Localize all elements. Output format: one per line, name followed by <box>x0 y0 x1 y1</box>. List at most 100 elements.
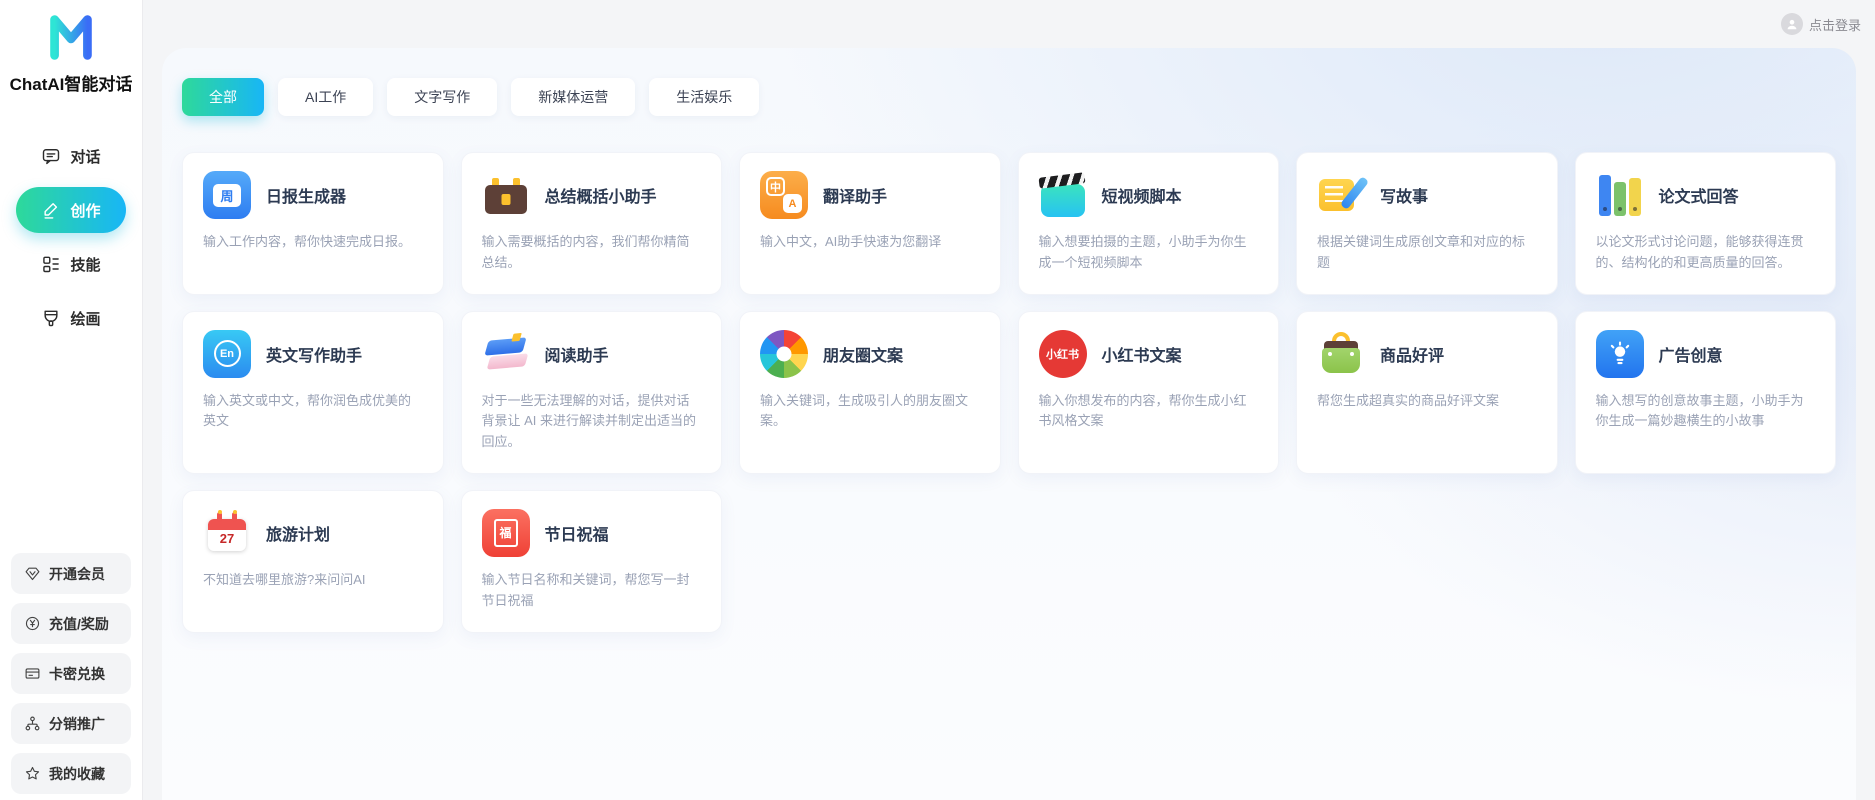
moments-pinwheel-icon <box>760 329 808 378</box>
tool-card-title: 翻译助手 <box>823 189 888 206</box>
sidebar-item-card-redeem[interactable]: 卡密兑换 <box>11 653 131 694</box>
tool-card-desc: 对于一些无法理解的对话，提供对话背景让 AI 来进行解读并制定出适当的回应。 <box>481 392 697 450</box>
sidebar-item-favorites[interactable]: 我的收藏 <box>11 753 131 794</box>
tool-card-title: 论文式回答 <box>1658 189 1739 206</box>
tool-card-short-video[interactable]: 短视频脚本 输入想要拍摄的主题，小助手为你生成一个短视频脚本 <box>1017 152 1279 295</box>
tool-card-title: 朋友圈文案 <box>823 347 904 365</box>
sidebar-item-create[interactable]: 创作 <box>16 187 126 233</box>
tool-card-title: 节日祝福 <box>544 526 609 544</box>
tool-card-desc: 输入工作内容，帮你快速完成日报。 <box>203 234 412 249</box>
sidebar-item-label: 绘画 <box>70 310 101 328</box>
tool-card-title: 总结概括小助手 <box>544 189 657 206</box>
sidebar-item-membership[interactable]: 开通会员 <box>11 553 131 594</box>
binders-icon <box>1596 171 1644 219</box>
topbar: 点击登录 <box>143 0 1875 48</box>
tab-writing[interactable]: 文字写作 <box>387 78 498 116</box>
main-area: 点击登录 全部 AI工作 文字写作 新媒体运营 生活娱乐 周 日报生成器 输入工… <box>143 0 1875 800</box>
note-pencil-icon <box>1317 171 1370 219</box>
tool-card-desc: 帮您生成超真实的商品好评文案 <box>1317 392 1500 408</box>
app-root: ChatAI智能对话 对话 创作 技能 绘画 开通会员 充值/奖励 卡密兑换 分… <box>0 0 1875 800</box>
tool-card-title: 商品好评 <box>1380 347 1445 365</box>
tool-card-desc: 输入需要概括的内容，我们帮你精简总结。 <box>481 234 690 270</box>
tool-card-title: 小红书文案 <box>1101 347 1182 365</box>
pencil-icon <box>44 203 58 219</box>
sidebar-item-label: 对话 <box>70 148 101 166</box>
org-share-icon <box>25 716 40 731</box>
util-item-label: 充值/奖励 <box>49 615 109 632</box>
yuan-coin-icon <box>25 616 40 631</box>
login-label: 点击登录 <box>1808 17 1861 33</box>
star-icon <box>25 766 40 780</box>
tool-card-ad-creative[interactable]: 广告创意 输入想写的创意故事主题，小助手为你生成一篇妙趣横生的小故事 <box>1574 310 1836 474</box>
tab-all[interactable]: 全部 <box>182 78 264 116</box>
tool-card-desc: 输入想写的创意故事主题，小助手为你生成一篇妙趣横生的小故事 <box>1595 392 1804 429</box>
travel-calendar-icon: 27 <box>203 509 251 557</box>
tool-card-desc: 输入想要拍摄的主题，小助手为你生成一个短视频脚本 <box>1038 234 1247 270</box>
festival-fu-icon: 福 <box>481 508 530 557</box>
xiaohongshu-icon: 小红书 <box>1038 329 1087 378</box>
lightbulb-icon <box>1595 329 1644 378</box>
tool-card-travel-plan[interactable]: 27 旅游计划 不知道去哪里旅游?来问问AI <box>182 489 444 633</box>
util-item-label: 卡密兑换 <box>49 665 105 682</box>
daily-report-icon: 周 <box>203 171 251 219</box>
tool-card-desc: 不知道去哪里旅游?来问问AI <box>203 571 366 587</box>
briefcase-icon <box>482 171 530 219</box>
tool-card-reading[interactable]: 阅读助手 对于一些无法理解的对话，提供对话背景让 AI 来进行解读并制定出适当的… <box>460 310 722 474</box>
shopping-bag-icon <box>1317 330 1365 378</box>
tool-card-title: 阅读助手 <box>544 347 609 365</box>
books-icon <box>482 330 530 378</box>
tool-card-essay[interactable]: 论文式回答 以论文形式讨论问题，能够获得连贯的、结构化的和更高质量的回答。 <box>1574 152 1836 295</box>
paint-brush-icon <box>44 310 59 327</box>
tool-card-translate[interactable]: 中 A 翻译助手 输入中文，AI助手快速为您翻译 <box>739 152 1001 295</box>
tool-card-title: 英文写作助手 <box>266 347 363 365</box>
sidebar-item-skills[interactable]: 技能 <box>16 241 126 287</box>
tool-card-title: 短视频脚本 <box>1101 189 1182 206</box>
tool-card-title: 写故事 <box>1380 189 1429 206</box>
tool-card-xiaohongshu[interactable]: 小红书 小红书文案 输入你想发布的内容，帮你生成小红书风格文案 <box>1017 310 1279 474</box>
content-panel: 全部 AI工作 文字写作 新媒体运营 生活娱乐 周 日报生成器 输入工作内容，帮… <box>162 48 1856 800</box>
sidebar-item-distribution[interactable]: 分销推广 <box>11 703 131 744</box>
tool-card-desc: 以论文形式讨论问题，能够获得连贯的、结构化的和更高质量的回答。 <box>1595 234 1804 270</box>
tool-card-product-review[interactable]: 商品好评 帮您生成超真实的商品好评文案 <box>1296 310 1558 474</box>
tool-cards-grid: 周 日报生成器 输入工作内容，帮你快速完成日报。 总结概括小助手 输入需要概括的… <box>182 152 1836 633</box>
login-button[interactable]: 点击登录 <box>1780 13 1861 35</box>
util-item-label: 我的收藏 <box>49 765 105 782</box>
sidebar-item-label: 创作 <box>70 202 101 220</box>
skills-grid-icon <box>43 256 60 273</box>
tool-card-summary[interactable]: 总结概括小助手 输入需要概括的内容，我们帮你精简总结。 <box>460 152 722 295</box>
avatar-icon <box>1780 13 1803 35</box>
translate-icon: 中 A <box>760 171 808 219</box>
sidebar: ChatAI智能对话 对话 创作 技能 绘画 开通会员 充值/奖励 卡密兑换 分… <box>0 0 143 800</box>
tool-card-title: 日报生成器 <box>266 189 347 206</box>
util-item-label: 分销推广 <box>49 715 105 732</box>
sidebar-item-paint[interactable]: 绘画 <box>16 295 126 341</box>
tab-new-media[interactable]: 新媒体运营 <box>511 78 636 116</box>
chat-bubble-icon <box>43 149 60 165</box>
tool-card-english-writing[interactable]: En 英文写作助手 输入英文或中文，帮你润色成优美的英文 <box>182 310 444 474</box>
tool-card-moments[interactable]: 朋友圈文案 输入关键词，生成吸引人的朋友圈文案。 <box>739 310 1001 474</box>
tool-card-story[interactable]: 写故事 根据关键词生成原创文章和对应的标题 <box>1296 152 1558 295</box>
tab-lifestyle[interactable]: 生活娱乐 <box>649 78 760 116</box>
sidebar-item-recharge[interactable]: 充值/奖励 <box>11 603 131 644</box>
tool-card-desc: 输入你想发布的内容，帮你生成小红书风格文案 <box>1038 392 1247 429</box>
tool-card-desc: 根据关键词生成原创文章和对应的标题 <box>1317 234 1526 270</box>
util-item-label: 开通会员 <box>49 565 105 582</box>
sidebar-item-label: 技能 <box>70 256 101 274</box>
tool-card-desc: 输入节日名称和关键词，帮您写一封节日祝福 <box>481 571 690 608</box>
sidebar-nav: 对话 创作 技能 绘画 <box>16 133 126 341</box>
tool-card-title: 旅游计划 <box>266 526 331 544</box>
card-icon <box>25 668 40 679</box>
brand-title: ChatAI智能对话 <box>9 75 133 94</box>
tool-card-desc: 输入关键词，生成吸引人的朋友圈文案。 <box>760 392 969 429</box>
brand-logo-icon <box>50 15 92 60</box>
tool-card-festival[interactable]: 福 节日祝福 输入节日名称和关键词，帮您写一封节日祝福 <box>460 489 722 633</box>
gem-icon <box>25 567 40 581</box>
tab-ai-work[interactable]: AI工作 <box>278 78 374 116</box>
tool-card-desc: 输入中文，AI助手快速为您翻译 <box>760 234 942 249</box>
tool-card-daily-report[interactable]: 周 日报生成器 输入工作内容，帮你快速完成日报。 <box>182 152 444 295</box>
clapperboard-icon <box>1038 171 1087 219</box>
tool-card-desc: 输入英文或中文，帮你润色成优美的英文 <box>203 392 412 429</box>
sidebar-item-chat[interactable]: 对话 <box>16 133 126 179</box>
english-writing-icon: En <box>203 329 251 378</box>
tool-card-title: 广告创意 <box>1658 347 1723 365</box>
